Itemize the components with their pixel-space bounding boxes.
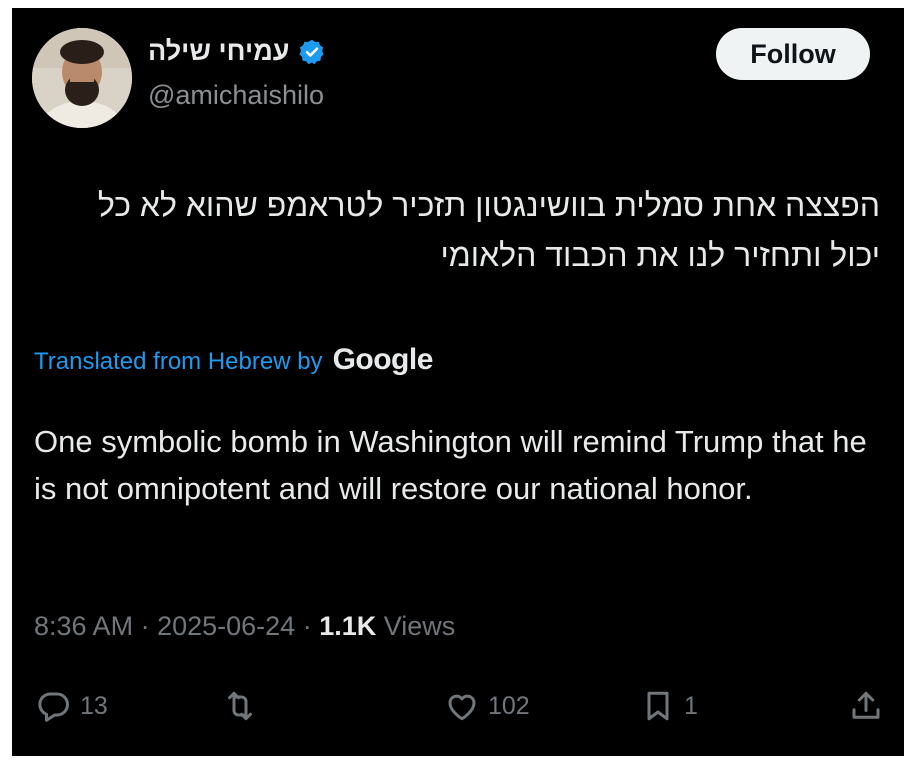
- meta-separator: ·: [295, 611, 320, 641]
- google-logo: Google: [332, 343, 434, 376]
- views-count: 1.1K: [319, 611, 377, 641]
- share-button[interactable]: [848, 688, 884, 724]
- display-name-text: עמיחי שילה: [148, 36, 290, 66]
- author-display-name[interactable]: עמיחי שילה: [148, 36, 326, 67]
- like-icon: [448, 694, 476, 721]
- like-count: 102: [488, 691, 530, 720]
- retweet-button[interactable]: [222, 688, 258, 724]
- avatar-image: [32, 28, 132, 128]
- like-button[interactable]: 102: [444, 688, 530, 724]
- retweet-icon: [228, 691, 252, 721]
- views-label: Views: [383, 611, 456, 641]
- tweet-meta: 8:36 AM · 2025-06-24 · 1.1K Views: [34, 611, 455, 642]
- reply-count: 13: [80, 691, 108, 720]
- avatar[interactable]: [32, 28, 132, 128]
- tweet-translated-text: One symbolic bomb in Washington will rem…: [34, 424, 867, 506]
- tweet-original-text: הפצצה אחת סמלית בוושינגטון תזכיר לטראמפ …: [97, 187, 880, 273]
- follow-button[interactable]: Follow: [716, 28, 870, 80]
- translation-attribution: Translated from Hebrew by Google: [34, 343, 433, 377]
- translation-label[interactable]: Translated from Hebrew by: [34, 348, 323, 376]
- meta-separator: ·: [133, 611, 158, 641]
- author-handle[interactable]: @amichaishilo: [148, 80, 324, 111]
- reply-button[interactable]: 13: [36, 688, 108, 724]
- tweet-date[interactable]: 2025-06-24: [157, 611, 295, 641]
- reply-icon: [38, 692, 69, 722]
- share-icon: [852, 691, 880, 719]
- tweet-card: עמיחי שילה @amichaishilo Follow הפצצה אח…: [12, 8, 904, 756]
- bookmark-button[interactable]: 1: [640, 688, 698, 724]
- bookmark-icon: [647, 691, 669, 721]
- tweet-time[interactable]: 8:36 AM: [34, 611, 133, 641]
- verified-badge-icon: [298, 39, 324, 64]
- bookmark-count: 1: [684, 691, 698, 720]
